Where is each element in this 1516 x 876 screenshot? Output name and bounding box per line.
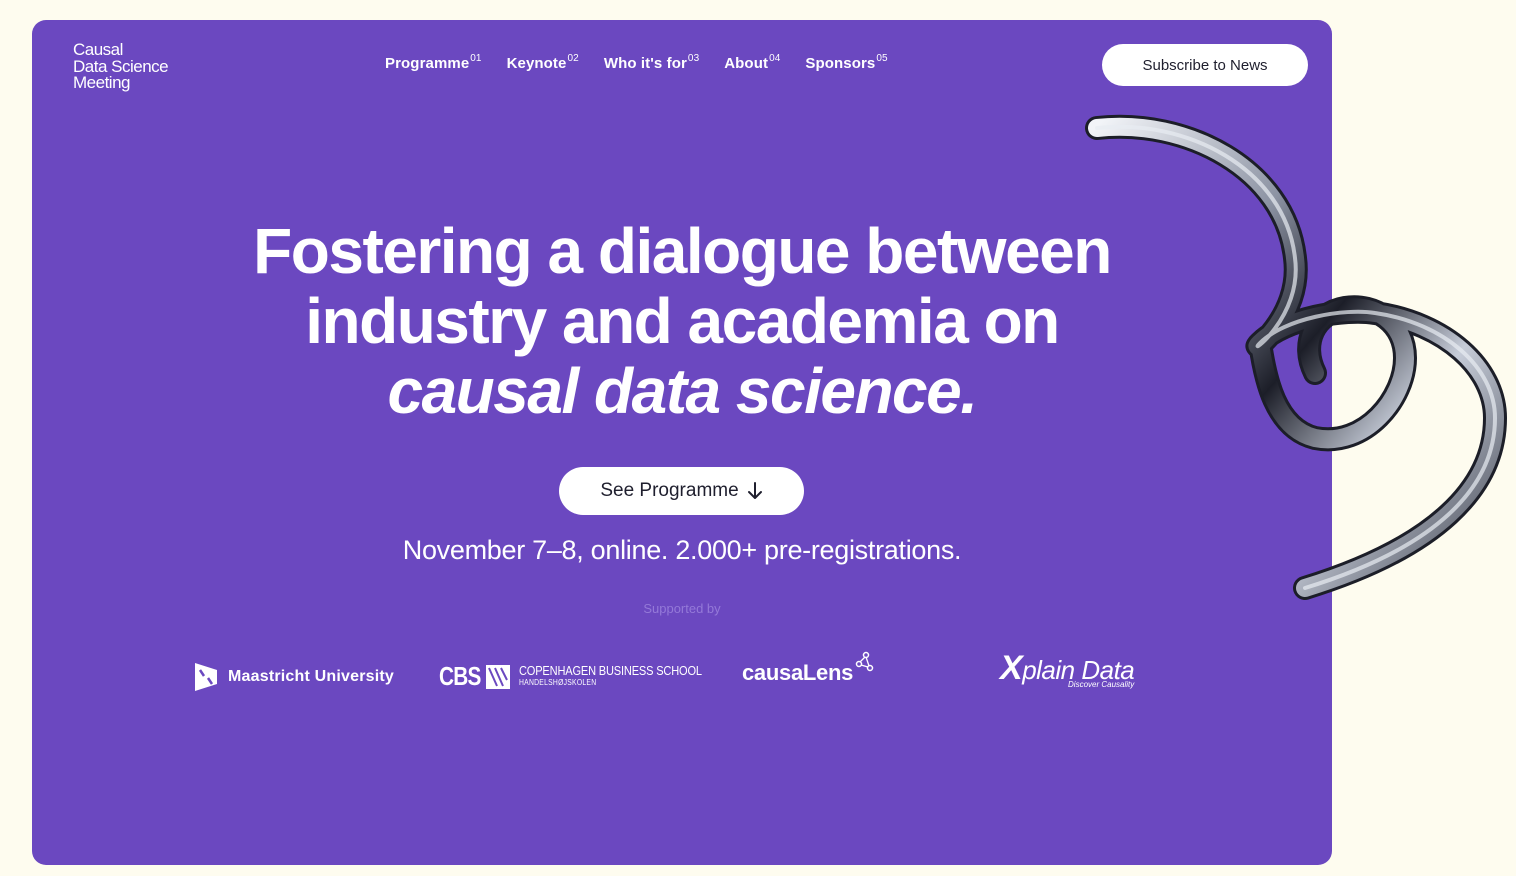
cbs-sub: HANDELSHØJSKOLEN: [519, 677, 597, 687]
nav-item-sponsors[interactable]: Sponsors05: [805, 53, 888, 72]
page: Causal Data Science Meeting Programme01 …: [0, 0, 1516, 876]
sponsor-xplain-data[interactable]: Xplain Data Discover Causality: [1000, 651, 1135, 689]
nav-number: 04: [769, 53, 781, 64]
nav-label: Who it's for: [603, 55, 687, 72]
nav-label: About: [724, 55, 769, 72]
subscribe-button[interactable]: Subscribe to News: [1102, 44, 1308, 86]
sponsor-causalens[interactable]: causaLens: [742, 651, 874, 686]
arrow-down-icon: [747, 482, 762, 499]
nav-label: Programme: [385, 55, 470, 72]
headline-line-2: industry and academia on: [305, 285, 1060, 357]
xplain-tagline: Discover Causality: [1068, 680, 1135, 689]
nav-number: 02: [567, 53, 579, 64]
xplain-x: X: [1000, 649, 1023, 687]
cbs-logo-icon: [486, 664, 510, 689]
nav-number: 03: [687, 53, 700, 64]
cbs-abbr: CBS: [439, 661, 481, 691]
hero-headline: Fostering a dialogue between industry an…: [32, 216, 1332, 426]
network-nodes-icon: [855, 651, 874, 672]
main-nav: Programme01 Keynote02 Who it's for03 Abo…: [385, 53, 888, 72]
nav-label: Sponsors: [805, 55, 876, 72]
cta-label: See Programme: [600, 480, 739, 501]
sponsor-copenhagen-business-school[interactable]: CBS COPENHAGEN BUSINESS SCHOOL HANDELSHØ…: [439, 661, 734, 692]
nav-number: 05: [876, 53, 888, 64]
cbs-text: COPENHAGEN BUSINESS SCHOOL HANDELSHØJSKO…: [519, 662, 734, 689]
nav-number: 01: [470, 53, 482, 64]
sponsor-maastricht-university[interactable]: Maastricht University: [194, 662, 394, 692]
nav-item-keynote[interactable]: Keynote02: [506, 53, 579, 72]
nav-item-about[interactable]: About04: [724, 53, 781, 72]
headline-line-1: Fostering a dialogue between: [253, 215, 1112, 287]
nav-item-programme[interactable]: Programme01: [385, 53, 482, 72]
event-details: November 7–8, online. 2.000+ pre-registr…: [402, 535, 962, 565]
cbs-name: COPENHAGEN BUSINESS SCHOOL: [519, 662, 702, 678]
supported-by-label: Supported by: [643, 601, 721, 616]
headline-line-3: causal data science.: [387, 355, 978, 427]
maastricht-logo-icon: [195, 663, 217, 691]
hero-section: Causal Data Science Meeting Programme01 …: [32, 20, 1332, 865]
sponsor-name: causaLens: [742, 660, 854, 685]
nav-item-who-its-for[interactable]: Who it's for03: [603, 53, 700, 72]
site-logo[interactable]: Causal Data Science Meeting: [73, 41, 169, 92]
logo-line-3: Meeting: [73, 73, 130, 92]
see-programme-button[interactable]: See Programme: [559, 467, 804, 515]
nav-label: Keynote: [506, 55, 567, 72]
sponsor-name: Maastricht University: [228, 668, 395, 685]
